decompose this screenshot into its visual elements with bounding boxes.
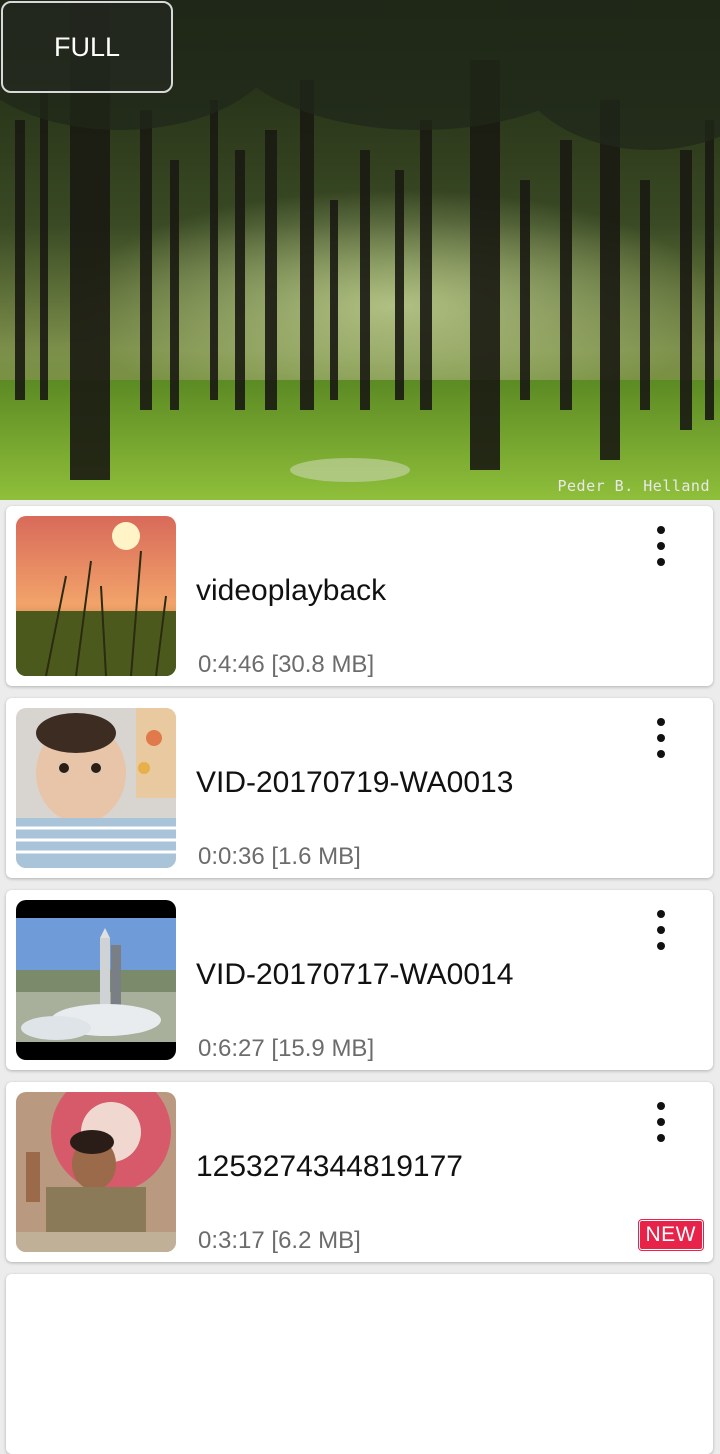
video-thumbnail[interactable] <box>16 900 176 1060</box>
more-options-icon[interactable] <box>649 1102 673 1142</box>
video-thumbnail[interactable] <box>16 708 176 868</box>
video-meta: 0:0:36 [1.6 MB] <box>198 843 361 870</box>
video-thumbnail[interactable] <box>16 516 176 676</box>
video-meta: 0:6:27 [15.9 MB] <box>198 1035 375 1062</box>
video-title[interactable]: VID-20170717-WA0014 <box>196 958 513 992</box>
rocket-launch-image <box>16 900 176 1060</box>
fullscreen-button[interactable]: FULL <box>1 1 173 93</box>
list-item[interactable]: videoplayback 0:4:46 [30.8 MB] <box>6 506 713 686</box>
video-thumbnail[interactable] <box>16 1092 176 1252</box>
list-item[interactable]: VID-20170717-WA0014 0:6:27 [15.9 MB] <box>6 890 713 1070</box>
list-item[interactable]: VID-20170719-WA0013 0:0:36 [1.6 MB] <box>6 698 713 878</box>
video-title[interactable]: 1253274344819177 <box>196 1150 463 1184</box>
video-title[interactable]: VID-20170719-WA0013 <box>196 766 513 800</box>
more-options-icon[interactable] <box>649 526 673 566</box>
more-options-icon[interactable] <box>649 910 673 950</box>
list-item[interactable]: 1253274344819177 0:3:17 [6.2 MB] NEW <box>6 1082 713 1262</box>
speaker-image <box>16 1092 176 1252</box>
more-options-icon[interactable] <box>649 718 673 758</box>
video-meta: 0:4:46 [30.8 MB] <box>198 651 375 678</box>
video-meta: 0:3:17 [6.2 MB] <box>198 1227 361 1254</box>
new-badge: NEW <box>638 1220 703 1250</box>
baby-image <box>16 708 176 868</box>
sunset-grass-image <box>16 516 176 676</box>
video-watermark: Peder B. Helland <box>557 477 710 495</box>
video-title[interactable]: videoplayback <box>196 574 386 608</box>
list-item[interactable] <box>6 1274 713 1454</box>
video-player[interactable]: FULL Peder B. Helland <box>0 0 720 500</box>
